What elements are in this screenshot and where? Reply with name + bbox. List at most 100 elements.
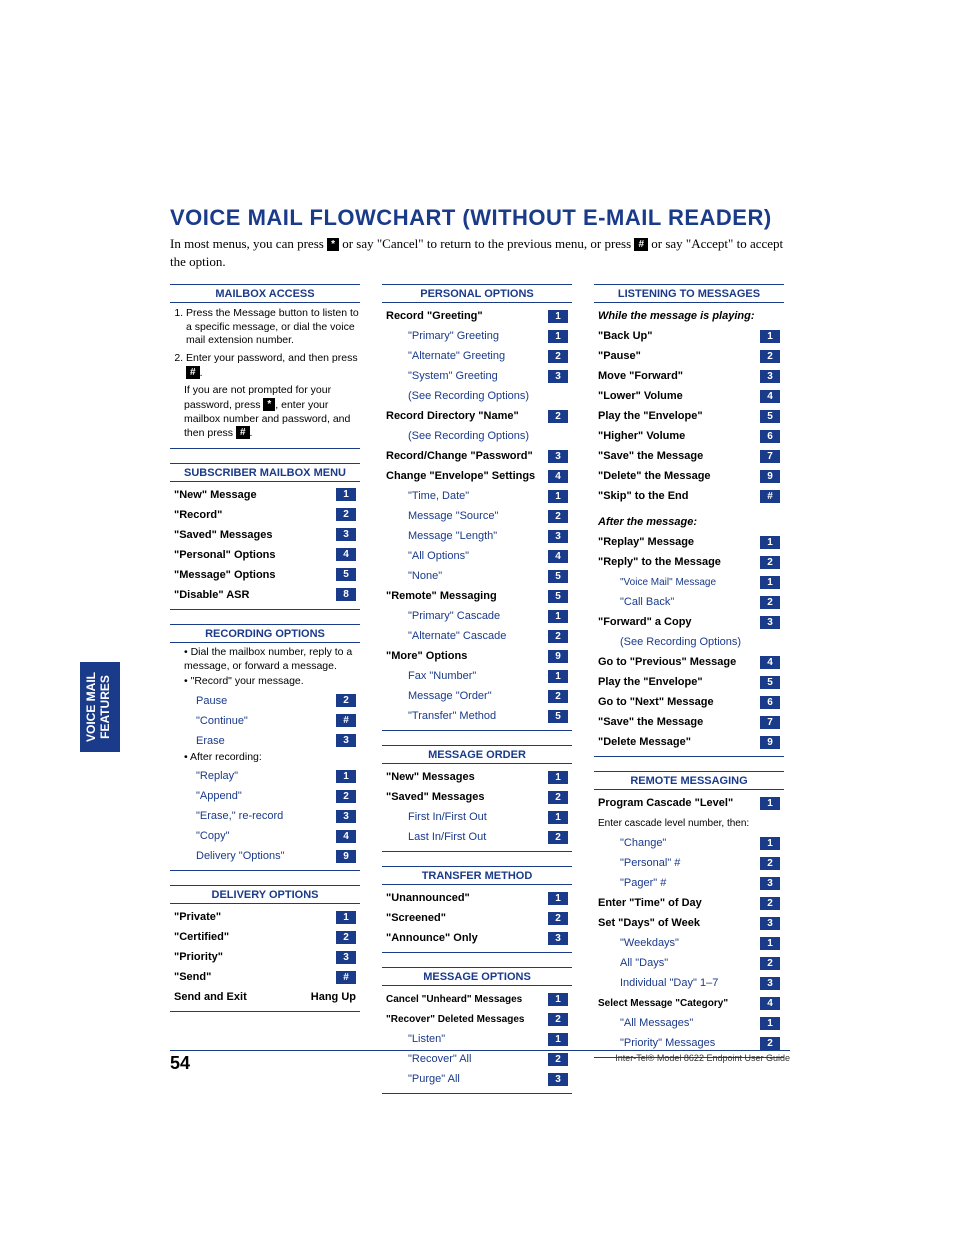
order-hdr: MESSAGE ORDER xyxy=(382,746,572,764)
key-chip: # xyxy=(760,490,780,503)
opt-label: "Replay" Message xyxy=(598,536,760,548)
key-chip: 1 xyxy=(548,670,568,683)
menu-row: "Save" the Message7 xyxy=(594,712,784,732)
key-chip: 2 xyxy=(336,790,356,803)
key-chip: 2 xyxy=(760,957,780,970)
opt-label: "Delete Message" xyxy=(598,736,760,748)
key-chip: 2 xyxy=(760,857,780,870)
delivery-options-box: DELIVERY OPTIONS "Private"1 "Certified"2… xyxy=(170,885,360,1012)
side-tab: VOICE MAIL FEATURES xyxy=(80,662,120,752)
menu-row: "Delete" the Message9 xyxy=(594,466,784,486)
opt-label: "Screened" xyxy=(386,912,548,924)
key-chip: 9 xyxy=(760,736,780,749)
menu-row: "Higher" Volume6 xyxy=(594,426,784,446)
menu-row: Delivery "Options"9 xyxy=(170,846,360,866)
menu-row: All "Days"2 xyxy=(594,953,784,973)
transfer-method-box: TRANSFER METHOD "Unannounced"1 "Screened… xyxy=(382,866,572,953)
opt-label: "Change" xyxy=(620,837,760,849)
opt-label: Erase xyxy=(196,735,336,747)
opt-label: "Announce" Only xyxy=(386,932,548,944)
page-content: VOICE MAIL FLOWCHART (WITHOUT E-MAIL REA… xyxy=(170,205,790,1108)
mailbox-note: If you are not prompted for your passwor… xyxy=(170,384,360,444)
opt-label: "Record" xyxy=(174,509,336,521)
see-note: (See Recording Options) xyxy=(382,426,572,446)
opt-label: Fax "Number" xyxy=(408,670,548,682)
flowchart-columns: MAILBOX ACCESS Press the Message button … xyxy=(170,284,790,1108)
personal-hdr: PERSONAL OPTIONS xyxy=(382,285,572,303)
opt-label: "Unannounced" xyxy=(386,892,548,904)
key-chip: 1 xyxy=(548,811,568,824)
see-label: (See Recording Options) xyxy=(408,430,568,442)
opt-label: "Pager" # xyxy=(620,877,760,889)
key-chip: # xyxy=(336,714,356,727)
listening-box: LISTENING TO MESSAGES While the message … xyxy=(594,284,784,757)
menu-row: "Delete Message"9 xyxy=(594,732,784,752)
opt-label: Enter "Time" of Day xyxy=(598,897,760,909)
opt-label: "New" Messages xyxy=(386,771,548,783)
menu-row: Enter "Time" of Day2 xyxy=(594,893,784,913)
menu-row: "Record"2 xyxy=(170,505,360,525)
page-footer: 54 Inter-Tel® Model 8622 Endpoint User G… xyxy=(170,1050,790,1074)
menu-row: Select Message "Category"4 xyxy=(594,993,784,1013)
mailbox-steps: Press the Message button to listen to a … xyxy=(186,307,360,380)
key-chip: 1 xyxy=(548,892,568,905)
subscriber-hdr: SUBSCRIBER MAILBOX MENU xyxy=(170,464,360,482)
menu-row: "All Options"4 xyxy=(382,546,572,566)
opt-label: Move "Forward" xyxy=(598,370,760,382)
opt-label: Play the "Envelope" xyxy=(598,676,760,688)
menu-row: "New" Messages1 xyxy=(382,767,572,787)
menu-row: "Reply" to the Message2 xyxy=(594,552,784,572)
opt-label: Message "Source" xyxy=(408,510,548,522)
menu-row: "Weekdays"1 xyxy=(594,933,784,953)
opt-label: Change "Envelope" Settings xyxy=(386,470,548,482)
star-key-icon: * xyxy=(327,238,339,251)
menu-row: "Primary" Cascade1 xyxy=(382,606,572,626)
opt-label: "Personal" Options xyxy=(174,549,336,561)
opt-label: "Remote" Messaging xyxy=(386,590,548,602)
key-chip: 7 xyxy=(760,716,780,729)
menu-row: "Primary" Greeting1 xyxy=(382,326,572,346)
after-note: After the message: xyxy=(594,512,784,532)
key-chip: 4 xyxy=(336,830,356,843)
key-chip: 2 xyxy=(548,831,568,844)
opt-label: "New" Message xyxy=(174,489,336,501)
key-chip: 4 xyxy=(760,390,780,403)
menu-row: "Forward" a Copy3 xyxy=(594,612,784,632)
key-chip: 3 xyxy=(336,951,356,964)
menu-row: "New" Message1 xyxy=(170,485,360,505)
menu-row: Message "Length"3 xyxy=(382,526,572,546)
column-2: PERSONAL OPTIONS Record "Greeting"1 "Pri… xyxy=(382,284,572,1108)
personal-options-box: PERSONAL OPTIONS Record "Greeting"1 "Pri… xyxy=(382,284,572,731)
key-chip: 9 xyxy=(336,850,356,863)
menu-row: "Priority"3 xyxy=(170,947,360,967)
menu-row: "Copy"4 xyxy=(170,826,360,846)
key-chip: 4 xyxy=(760,997,780,1010)
opt-label: "All Messages" xyxy=(620,1017,760,1029)
transfer-hdr: TRANSFER METHOD xyxy=(382,867,572,885)
key-chip: 2 xyxy=(548,912,568,925)
key-chip: 4 xyxy=(760,656,780,669)
see-note: (See Recording Options) xyxy=(594,632,784,652)
cascade-note: Enter cascade level number, then: xyxy=(594,813,784,833)
menu-row: "Call Back"2 xyxy=(594,592,784,612)
key-chip: 4 xyxy=(548,550,568,563)
key-chip: 2 xyxy=(548,410,568,423)
menu-row: "Lower" Volume4 xyxy=(594,386,784,406)
menu-row: "Replay" Message1 xyxy=(594,532,784,552)
opt-label: "Purge" All xyxy=(408,1073,548,1085)
key-chip: 3 xyxy=(548,370,568,383)
menu-row: "Announce" Only3 xyxy=(382,928,572,948)
key-chip: 7 xyxy=(760,450,780,463)
menu-row: "Pause"2 xyxy=(594,346,784,366)
opt-label: "Reply" to the Message xyxy=(598,556,760,568)
opt-label: "Priority" xyxy=(174,951,336,963)
menu-row: "Pager" #3 xyxy=(594,873,784,893)
key-chip: 3 xyxy=(548,450,568,463)
rec-after: After recording: xyxy=(170,751,360,767)
note-c: . xyxy=(250,427,253,439)
key-chip: 5 xyxy=(760,676,780,689)
key-chip: 1 xyxy=(760,837,780,850)
opt-label: "Save" the Message xyxy=(598,450,760,462)
opt-label: "Send" xyxy=(174,971,336,983)
menu-row: "Unannounced"1 xyxy=(382,888,572,908)
